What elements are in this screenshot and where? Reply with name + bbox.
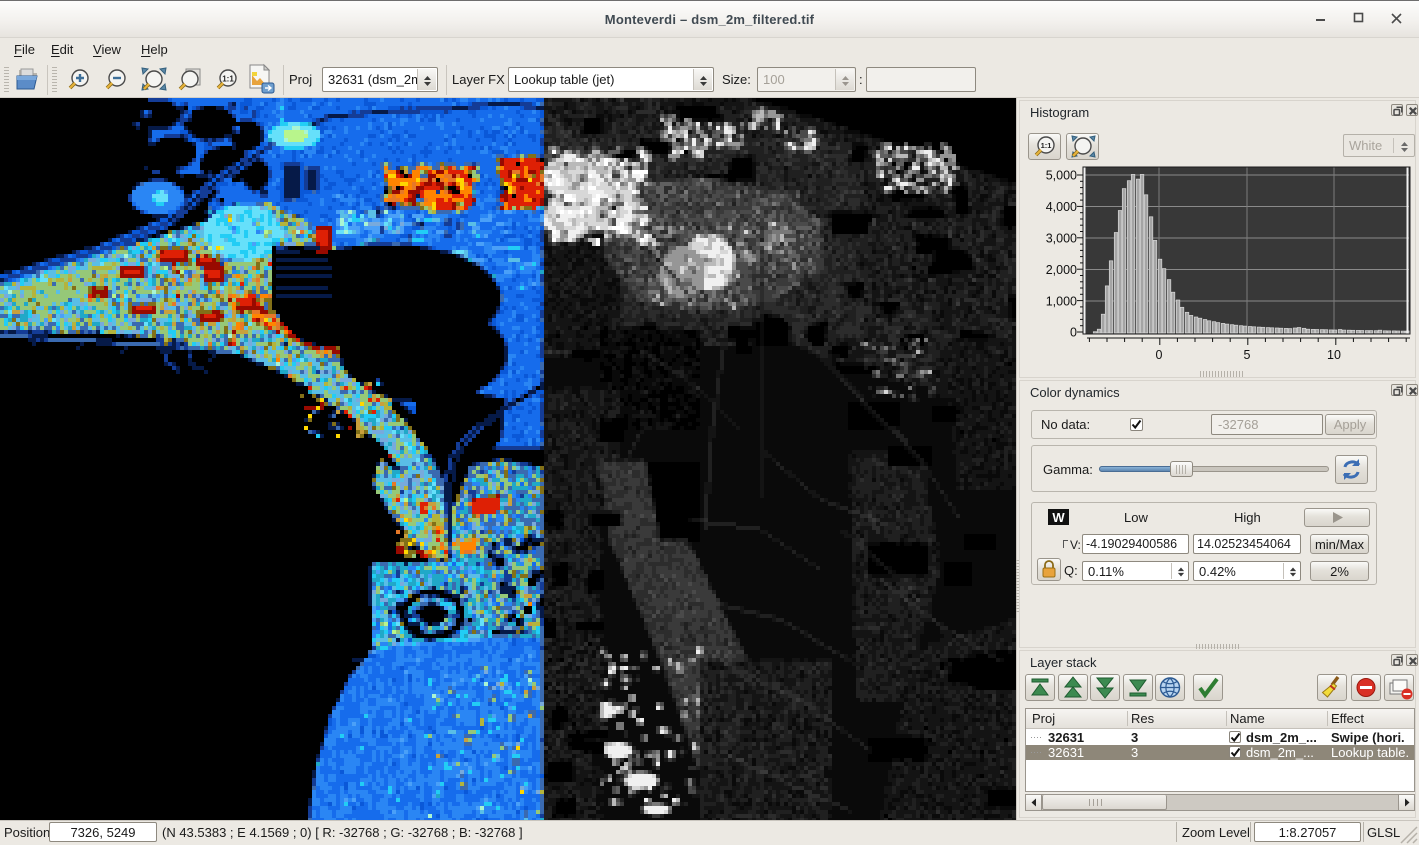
svg-text:0: 0 [1156,348,1163,362]
svg-text:3,000: 3,000 [1046,232,1077,246]
svg-text:4,000: 4,000 [1046,200,1077,214]
svg-text:0: 0 [1070,326,1077,340]
svg-text:2,000: 2,000 [1046,263,1077,277]
svg-text:10: 10 [1327,348,1341,362]
svg-text:1,000: 1,000 [1046,295,1077,309]
svg-text:5: 5 [1244,348,1251,362]
svg-text:5,000: 5,000 [1046,169,1077,183]
